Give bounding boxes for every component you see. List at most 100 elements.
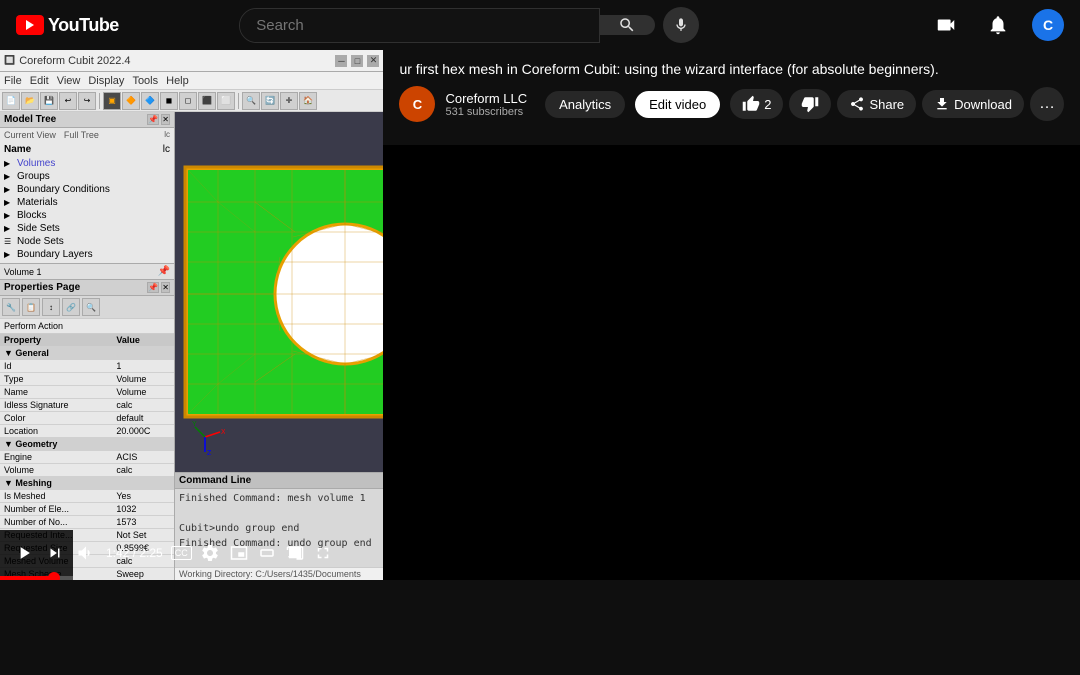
settings-button[interactable] <box>198 541 222 565</box>
analytics-button[interactable]: Analytics <box>545 91 625 118</box>
properties-toolbar: 🔧 📋 ↕ 🔗 🔍 <box>0 296 174 319</box>
more-options-button[interactable]: … <box>1030 87 1064 121</box>
theater-button[interactable] <box>256 542 278 564</box>
toolbar-icon-16[interactable]: 🏠 <box>299 92 317 110</box>
properties-panel-title: Properties Page 📌 ✕ <box>0 280 174 296</box>
tree-item-volumes[interactable]: ▶ Volumes <box>4 157 170 170</box>
prop-tool-3[interactable]: ↕ <box>42 298 60 316</box>
toolbar-icon-3[interactable]: 💾 <box>40 92 58 110</box>
edit-video-button[interactable]: Edit video <box>635 91 720 118</box>
tree-item-nodesets[interactable]: ☰ Node Sets <box>4 235 170 248</box>
action-buttons: 2 Share Download … <box>730 87 1064 121</box>
search-button[interactable] <box>600 15 655 35</box>
toolbar-icon-7[interactable]: 🔶 <box>122 92 140 110</box>
tree-item-materials[interactable]: ▶ Materials <box>4 196 170 209</box>
fullscreen-button[interactable] <box>312 542 334 564</box>
video-title: ur first hex mesh in Coreform Cubit: usi… <box>383 50 1080 82</box>
time-display: 1:42 / 2:25 <box>106 546 163 560</box>
meshing-section: ▼ Meshing <box>0 477 174 490</box>
prop-tool-4[interactable]: 🔗 <box>62 298 80 316</box>
dislike-button[interactable] <box>789 89 831 119</box>
prop-tool-2[interactable]: 📋 <box>22 298 40 316</box>
prop-row-name: NameVolume <box>0 386 174 399</box>
video-overlay: 1:42 / 2:25 CC <box>0 530 73 580</box>
download-icon <box>934 96 950 112</box>
skip-icon <box>46 544 64 562</box>
menu-display[interactable]: Display <box>88 75 124 87</box>
svg-text:Y: Y <box>192 421 197 428</box>
tree-item-boundary-conditions[interactable]: ▶ Boundary Conditions <box>4 183 170 196</box>
cc-badge[interactable]: CC <box>171 546 192 560</box>
menu-tools[interactable]: Tools <box>132 75 158 87</box>
toolbar-icon-4[interactable]: ↩ <box>59 92 77 110</box>
create-icon <box>935 14 957 36</box>
channel-avatar[interactable]: C <box>399 86 435 122</box>
toolbar-icon-12[interactable]: ⬜ <box>217 92 235 110</box>
share-button[interactable]: Share <box>837 90 916 118</box>
toolbar-icon-8[interactable]: 🔷 <box>141 92 159 110</box>
video-container: 🔲 Coreform Cubit 2022.4 ─ □ ✕ File Edit … <box>0 50 383 580</box>
cubit-toolbar: 📄 📂 💾 ↩ ↪ ▣ 🔶 🔷 ◼ ◻ ⬛ ⬜ 🔍 🔄 ✛ 🏠 <box>0 90 383 112</box>
toolbar-icon-11[interactable]: ⬛ <box>198 92 216 110</box>
minimize-button[interactable]: ─ <box>335 55 347 67</box>
prop-tool-1[interactable]: 🔧 <box>2 298 20 316</box>
model-tree: Current View Full Tree lc Name lc ▶ Volu… <box>0 128 174 263</box>
close-button[interactable]: ✕ <box>367 55 379 67</box>
working-dir-bar: Working Directory: C:/Users/1435/Documen… <box>175 567 383 580</box>
model-tree-pin[interactable]: 📌 <box>147 114 159 125</box>
name-col-header: Name <box>4 144 31 155</box>
tree-item-sidesets[interactable]: ▶ Side Sets <box>4 222 170 235</box>
toolbar-icon-13[interactable]: 🔍 <box>242 92 260 110</box>
menu-edit[interactable]: Edit <box>30 75 49 87</box>
command-titlebar: Command Line 📌 ✕ <box>175 473 383 489</box>
cubit-menubar: File Edit View Display Tools Help <box>0 72 383 90</box>
play-pause-button[interactable] <box>12 541 36 565</box>
download-button[interactable]: Download <box>922 90 1024 118</box>
cubit-titlebar: 🔲 Coreform Cubit 2022.4 ─ □ ✕ <box>0 50 383 72</box>
menu-view[interactable]: View <box>57 75 81 87</box>
volume-pin-icon[interactable]: 📌 <box>158 266 170 277</box>
restore-button[interactable]: □ <box>351 55 363 67</box>
mute-button[interactable] <box>74 541 98 565</box>
toolbar-icon-10[interactable]: ◻ <box>179 92 197 110</box>
menu-help[interactable]: Help <box>166 75 189 87</box>
menu-file[interactable]: File <box>4 75 22 87</box>
avatar[interactable]: C <box>1032 9 1064 41</box>
youtube-logo[interactable]: YouTube <box>16 15 119 36</box>
next-button[interactable] <box>44 542 66 564</box>
thumbs-down-icon <box>801 95 819 113</box>
search-input[interactable] <box>240 9 599 42</box>
cast-button[interactable] <box>284 542 306 564</box>
prop-tool-5[interactable]: 🔍 <box>82 298 100 316</box>
model-tree-close[interactable]: ✕ <box>161 114 170 125</box>
cubit-window: 🔲 Coreform Cubit 2022.4 ─ □ ✕ File Edit … <box>0 50 383 580</box>
toolbar-icon-14[interactable]: 🔄 <box>261 92 279 110</box>
tree-item-groups[interactable]: ▶ Groups <box>4 170 170 183</box>
toolbar-icon-9[interactable]: ◼ <box>160 92 178 110</box>
prop-row-ismeshed: Is MeshedYes <box>0 490 174 503</box>
video-controls-bar: 1:42 / 2:25 CC <box>0 530 73 576</box>
notifications-button[interactable] <box>980 7 1016 43</box>
like-button[interactable]: 2 <box>730 89 783 119</box>
channel-info: Coreform LLC 531 subscribers <box>445 91 527 118</box>
properties-close[interactable]: ✕ <box>161 282 170 293</box>
tree-item-blocks[interactable]: ▶ Blocks <box>4 209 170 222</box>
toolbar-icon-1[interactable]: 📄 <box>2 92 20 110</box>
bottom-bar: ur first hex mesh in Coreform Cubit: usi… <box>383 50 1080 145</box>
properties-pin[interactable]: 📌 <box>147 282 159 293</box>
toolbar-icon-5[interactable]: ↪ <box>78 92 96 110</box>
perform-action-bar: Perform Action <box>0 319 174 334</box>
create-button[interactable] <box>928 7 964 43</box>
toolbar-icon-6[interactable]: ▣ <box>103 92 121 110</box>
youtube-logo-icon <box>16 15 44 35</box>
miniplayer-button[interactable] <box>228 542 250 564</box>
prop-row-id: Id1 <box>0 360 174 373</box>
tree-item-boundary-layers[interactable]: ▶ Boundary Layers <box>4 248 170 261</box>
toolbar-icon-15[interactable]: ✛ <box>280 92 298 110</box>
prop-row-type: TypeVolume <box>0 373 174 386</box>
prop-row-color: Colordefault <box>0 412 174 425</box>
toolbar-icon-2[interactable]: 📂 <box>21 92 39 110</box>
channel-actions-bar: C Coreform LLC 531 subscribers Analytics… <box>383 82 1080 126</box>
fullscreen-icon <box>314 544 332 562</box>
mic-button[interactable] <box>663 7 699 43</box>
